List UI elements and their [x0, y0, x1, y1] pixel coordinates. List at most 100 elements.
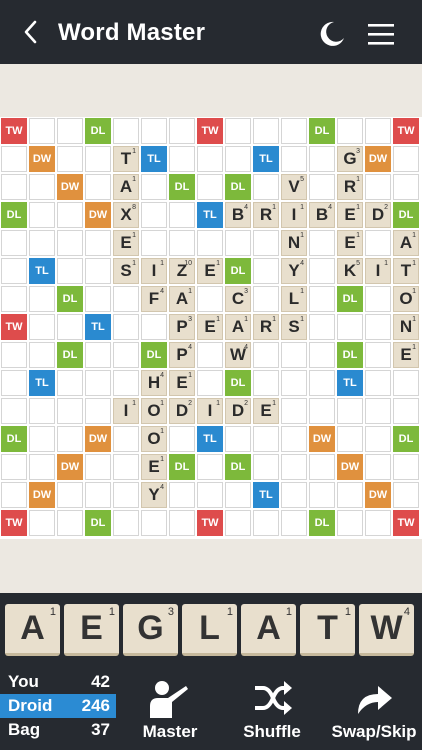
board-square[interactable] [57, 230, 83, 256]
rack-tile[interactable]: L1 [182, 604, 237, 656]
board-square[interactable] [225, 146, 251, 172]
board-square[interactable] [365, 230, 391, 256]
board-square[interactable] [57, 510, 83, 536]
board-square[interactable] [253, 454, 279, 480]
board-square[interactable] [29, 118, 55, 144]
master-button[interactable]: Master [128, 674, 212, 746]
premium-square-tw[interactable]: TW [197, 118, 223, 144]
board-square[interactable] [57, 258, 83, 284]
premium-square-tw[interactable]: TW [1, 118, 27, 144]
board-square[interactable] [281, 510, 307, 536]
board-square[interactable] [113, 370, 139, 396]
premium-square-tl[interactable]: TL [197, 426, 223, 452]
board-square[interactable] [337, 118, 363, 144]
premium-square-dl[interactable]: DL [57, 342, 83, 368]
board-square[interactable] [85, 286, 111, 312]
board-square[interactable] [1, 482, 27, 508]
premium-square-dw[interactable]: DW [337, 454, 363, 480]
board-square[interactable] [365, 314, 391, 340]
board-square[interactable] [281, 482, 307, 508]
board-square[interactable] [169, 202, 195, 228]
board-square[interactable] [85, 146, 111, 172]
board-square[interactable] [393, 454, 419, 480]
board-square[interactable] [225, 118, 251, 144]
board-square[interactable] [197, 174, 223, 200]
board-square[interactable] [113, 426, 139, 452]
board-square[interactable] [309, 258, 335, 284]
board-square[interactable] [309, 454, 335, 480]
board-square[interactable] [85, 174, 111, 200]
board-square[interactable] [113, 286, 139, 312]
board-square[interactable] [141, 202, 167, 228]
board-square[interactable] [281, 342, 307, 368]
board-square[interactable] [225, 510, 251, 536]
premium-square-dl[interactable]: DL [85, 510, 111, 536]
game-board[interactable]: TW DL TW DL TW DW T 1 TL TL G 3 DW DW A 1 DL DL V 5 R 1 DL DW X 8… [0, 117, 422, 539]
board-square[interactable] [337, 426, 363, 452]
premium-square-dl[interactable]: DL [225, 258, 251, 284]
board-square[interactable] [113, 454, 139, 480]
board-square[interactable] [281, 426, 307, 452]
board-square[interactable] [253, 230, 279, 256]
board-square[interactable] [57, 398, 83, 424]
board-square[interactable] [197, 230, 223, 256]
premium-square-dl[interactable]: DL [393, 426, 419, 452]
board-square[interactable] [393, 370, 419, 396]
night-mode-button[interactable] [318, 20, 346, 48]
premium-square-tl[interactable]: TL [29, 258, 55, 284]
premium-square-tw[interactable]: TW [393, 510, 419, 536]
board-square[interactable] [281, 454, 307, 480]
board-square[interactable] [225, 426, 251, 452]
board-square[interactable] [365, 342, 391, 368]
premium-square-tw[interactable]: TW [197, 510, 223, 536]
premium-square-dl[interactable]: DL [85, 118, 111, 144]
board-square[interactable] [197, 342, 223, 368]
board-square[interactable] [113, 510, 139, 536]
board-square[interactable] [57, 426, 83, 452]
premium-square-dw[interactable]: DW [57, 454, 83, 480]
board-square[interactable] [113, 482, 139, 508]
premium-square-tw[interactable]: TW [1, 510, 27, 536]
board-square[interactable] [337, 398, 363, 424]
board-square[interactable] [197, 286, 223, 312]
board-square[interactable] [1, 454, 27, 480]
board-square[interactable] [393, 174, 419, 200]
board-square[interactable] [29, 342, 55, 368]
board-square[interactable] [365, 510, 391, 536]
rack-tile[interactable]: W4 [359, 604, 414, 656]
board-square[interactable] [169, 482, 195, 508]
premium-square-dw[interactable]: DW [85, 202, 111, 228]
rack-tile[interactable]: G3 [123, 604, 178, 656]
board-square[interactable] [365, 118, 391, 144]
premium-square-dw[interactable]: DW [29, 146, 55, 172]
rack-tile[interactable]: A1 [241, 604, 296, 656]
board-square[interactable] [1, 398, 27, 424]
board-square[interactable] [253, 118, 279, 144]
board-square[interactable] [253, 426, 279, 452]
premium-square-dl[interactable]: DL [169, 454, 195, 480]
board-square[interactable] [57, 482, 83, 508]
board-square[interactable] [393, 398, 419, 424]
board-square[interactable] [141, 174, 167, 200]
board-square[interactable] [253, 258, 279, 284]
board-square[interactable] [169, 230, 195, 256]
board-square[interactable] [1, 230, 27, 256]
premium-square-dw[interactable]: DW [57, 174, 83, 200]
board-square[interactable] [309, 286, 335, 312]
board-square[interactable] [1, 370, 27, 396]
premium-square-tl[interactable]: TL [29, 370, 55, 396]
board-square[interactable] [281, 370, 307, 396]
premium-square-tl[interactable]: TL [197, 202, 223, 228]
board-square[interactable] [393, 146, 419, 172]
board-square[interactable] [365, 398, 391, 424]
premium-square-dl[interactable]: DL [309, 510, 335, 536]
premium-square-dl[interactable]: DL [337, 286, 363, 312]
menu-button[interactable] [366, 21, 396, 47]
board-square[interactable] [225, 482, 251, 508]
board-square[interactable] [113, 314, 139, 340]
board-square[interactable] [281, 398, 307, 424]
premium-square-tl[interactable]: TL [253, 146, 279, 172]
board-square[interactable] [197, 454, 223, 480]
board-square[interactable] [85, 230, 111, 256]
premium-square-tw[interactable]: TW [393, 118, 419, 144]
